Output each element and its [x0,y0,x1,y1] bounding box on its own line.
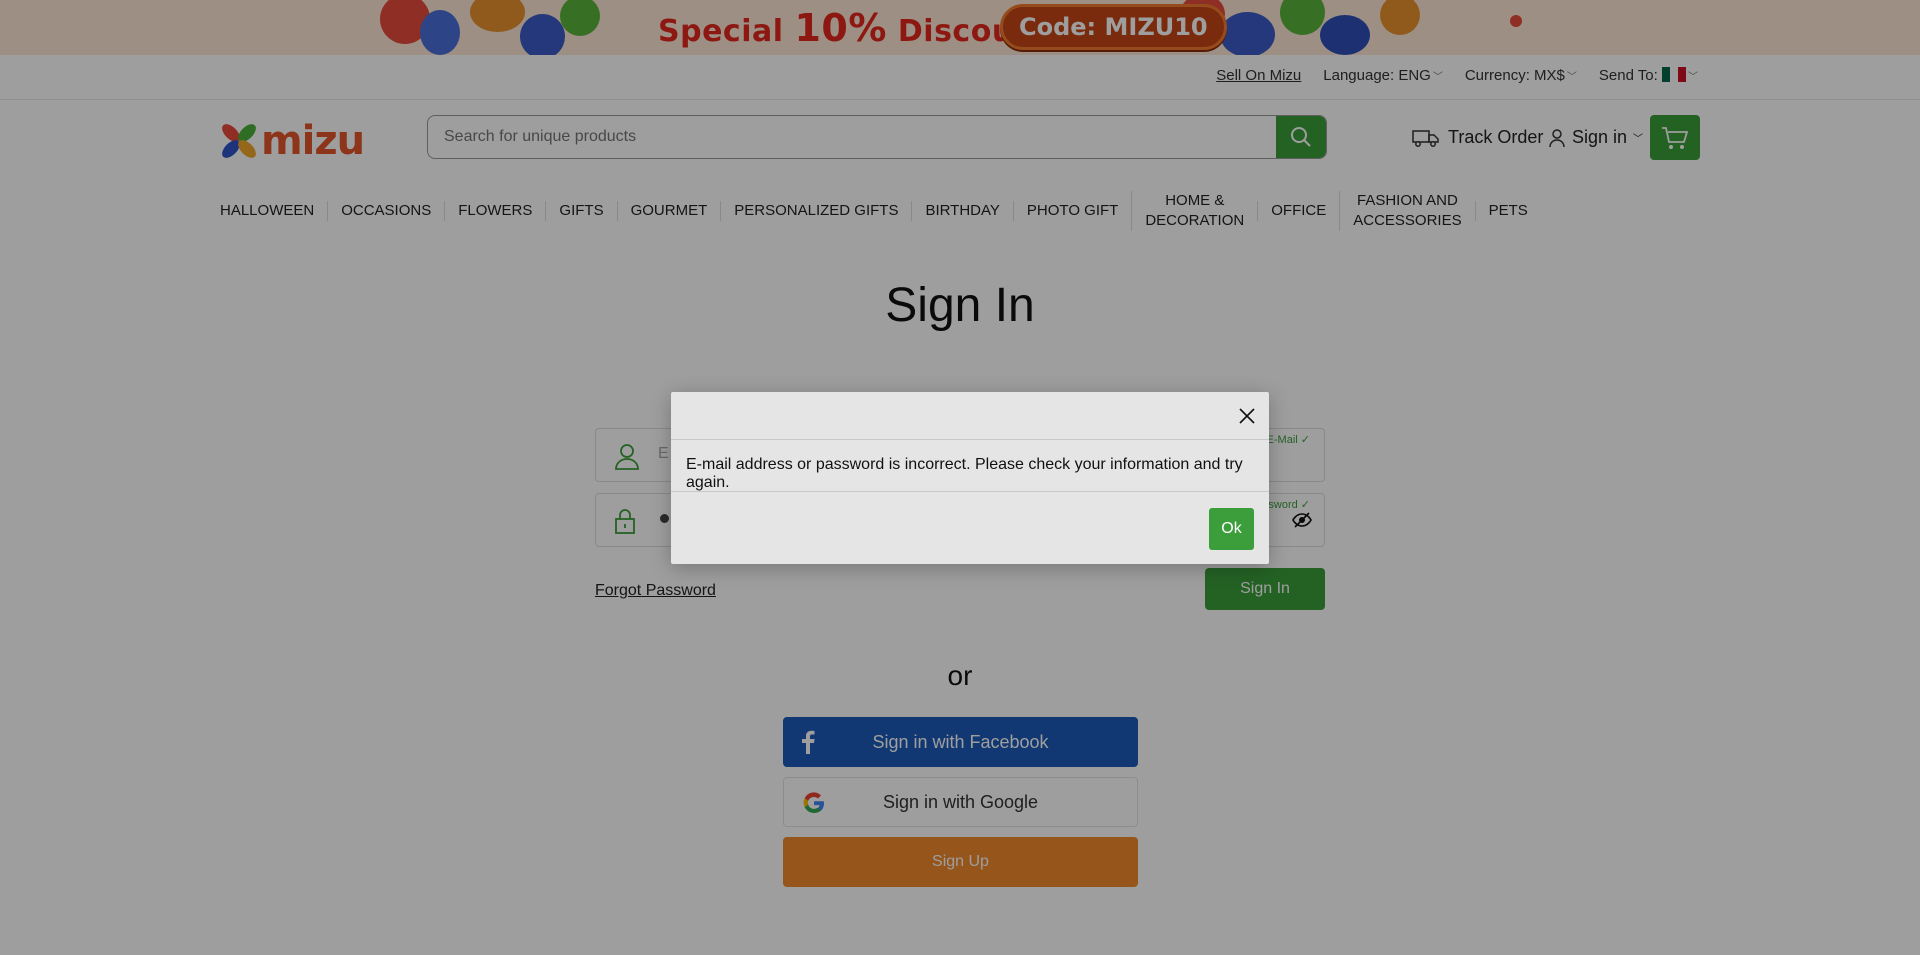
close-icon[interactable] [1237,406,1257,426]
error-message: E-mail address or password is incorrect.… [671,440,1269,492]
ok-button[interactable]: Ok [1209,508,1254,550]
dialog-header [671,392,1269,440]
error-dialog: E-mail address or password is incorrect.… [671,392,1269,564]
